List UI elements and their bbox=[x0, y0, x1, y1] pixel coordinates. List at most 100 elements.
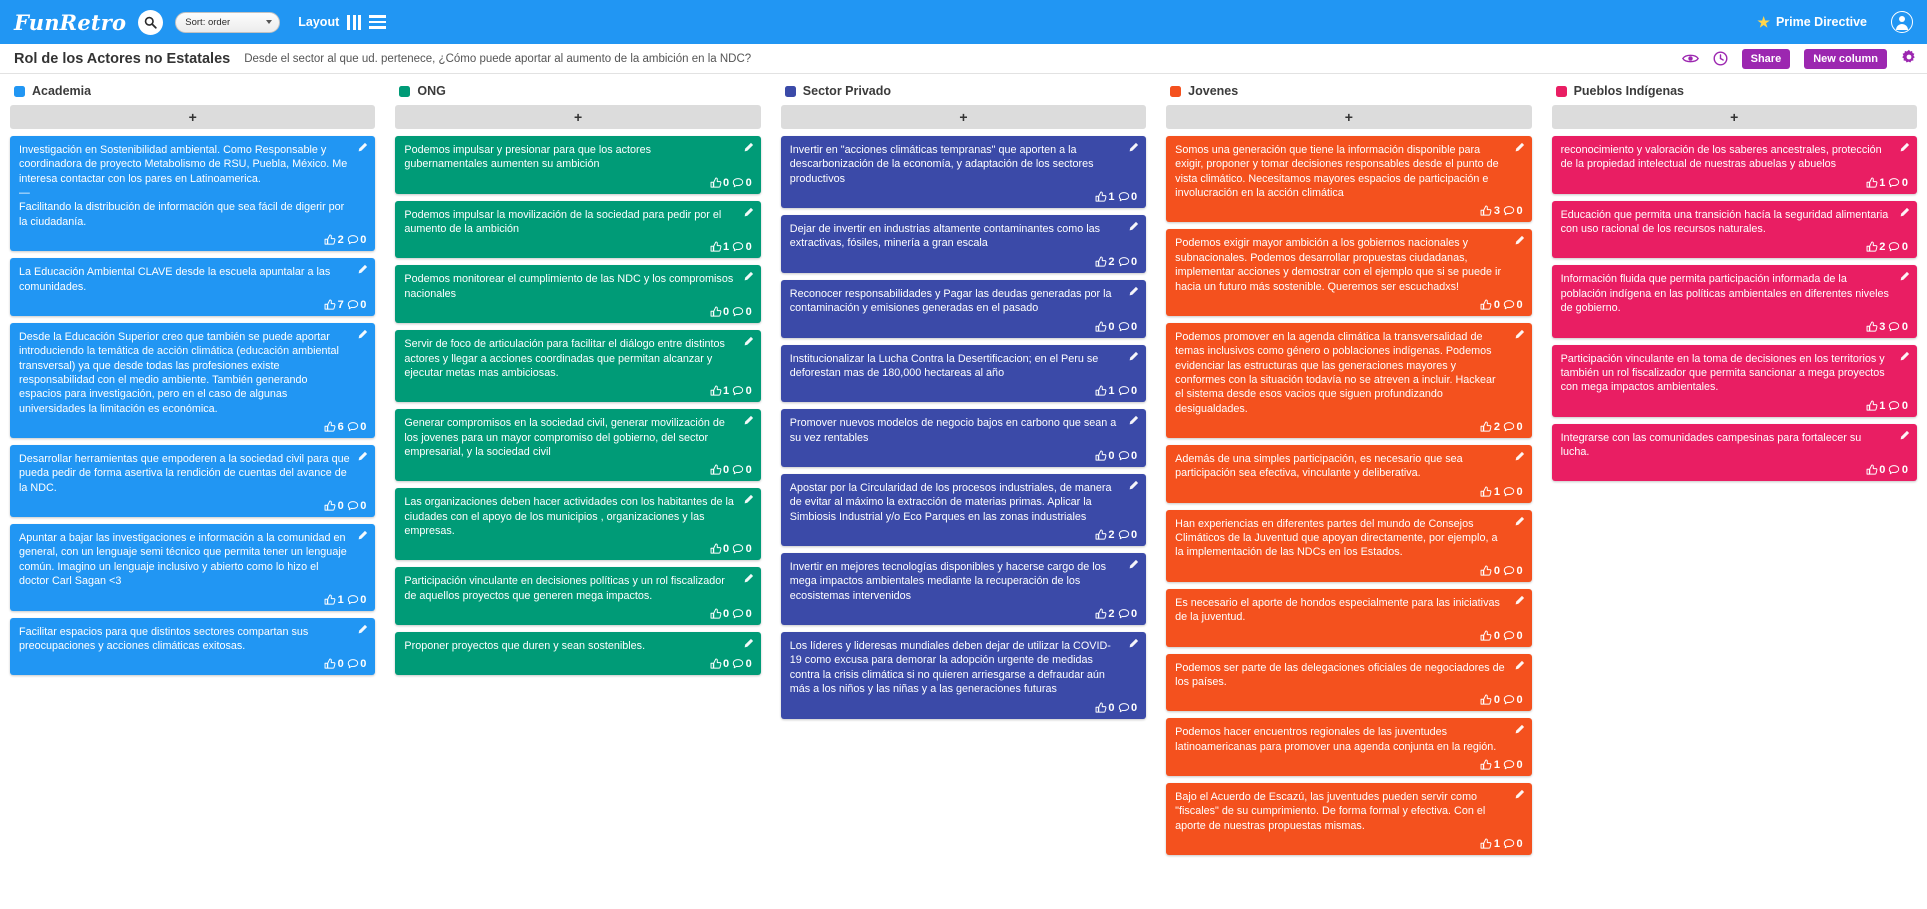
edit-pencil-icon[interactable] bbox=[357, 264, 368, 275]
retro-card[interactable]: Integrarse con las comunidades campesina… bbox=[1551, 423, 1917, 482]
edit-pencil-icon[interactable] bbox=[743, 271, 754, 282]
comment-button[interactable]: 0 bbox=[347, 299, 366, 311]
retro-card[interactable]: Facilitar espacios para que distintos se… bbox=[10, 617, 376, 676]
comment-button[interactable]: 0 bbox=[1118, 608, 1137, 620]
comment-button[interactable]: 0 bbox=[347, 658, 366, 670]
search-icon[interactable] bbox=[138, 9, 164, 35]
edit-pencil-icon[interactable] bbox=[1514, 516, 1525, 527]
retro-card[interactable]: Promover nuevos modelos de negocio bajos… bbox=[780, 409, 1147, 467]
edit-pencil-icon[interactable] bbox=[1899, 351, 1910, 362]
comment-button[interactable]: 0 bbox=[1888, 241, 1908, 253]
comment-button[interactable]: 0 bbox=[1118, 256, 1137, 268]
retro-card[interactable]: Desde la Educación Superior creo que tam… bbox=[10, 322, 376, 439]
vote-button[interactable]: 0 bbox=[1480, 694, 1500, 706]
retro-card[interactable]: Podemos promover en la agenda climática … bbox=[1166, 322, 1532, 439]
comment-button[interactable]: 0 bbox=[347, 234, 366, 246]
edit-pencil-icon[interactable] bbox=[1514, 451, 1525, 462]
edit-pencil-icon[interactable] bbox=[1514, 660, 1525, 671]
vote-button[interactable]: 1 bbox=[1095, 191, 1115, 203]
retro-card[interactable]: Participación vinculante en decisiones p… bbox=[395, 567, 761, 626]
edit-pencil-icon[interactable] bbox=[1128, 415, 1139, 426]
retro-card[interactable]: La Educación Ambiental CLAVE desde la es… bbox=[10, 258, 376, 316]
sort-dropdown[interactable]: Sort: order bbox=[175, 11, 281, 33]
comment-button[interactable]: 0 bbox=[732, 608, 752, 620]
edit-pencil-icon[interactable] bbox=[1899, 207, 1910, 218]
edit-pencil-icon[interactable] bbox=[743, 573, 754, 584]
retro-card[interactable]: Invertir en mejores tecnologías disponib… bbox=[780, 553, 1147, 626]
vote-button[interactable]: 1 bbox=[324, 594, 344, 606]
user-avatar-icon[interactable] bbox=[1891, 11, 1913, 33]
comment-button[interactable]: 0 bbox=[1118, 385, 1137, 397]
vote-button[interactable]: 1 bbox=[710, 241, 729, 253]
retro-card[interactable]: Desarrollar herramientas que empoderen a… bbox=[10, 445, 376, 518]
comment-button[interactable]: 0 bbox=[1503, 565, 1523, 577]
prime-directive-button[interactable]: ★ Prime Directive bbox=[1757, 14, 1867, 31]
edit-pencil-icon[interactable] bbox=[743, 638, 754, 649]
gear-icon[interactable] bbox=[1901, 49, 1917, 68]
retro-card[interactable]: Somos una generación que tiene la inform… bbox=[1166, 136, 1532, 223]
retro-card[interactable]: Podemos impulsar la movilización de la s… bbox=[395, 200, 761, 259]
edit-pencil-icon[interactable] bbox=[1899, 430, 1910, 441]
vote-button[interactable]: 1 bbox=[1480, 486, 1500, 498]
edit-pencil-icon[interactable] bbox=[1899, 142, 1910, 153]
add-card-button[interactable]: + bbox=[1166, 105, 1532, 129]
edit-pencil-icon[interactable] bbox=[357, 329, 368, 340]
eye-icon[interactable] bbox=[1681, 52, 1699, 65]
comment-button[interactable]: 0 bbox=[1503, 694, 1523, 706]
retro-card[interactable]: Bajo el Acuerdo de Escazú, las juventude… bbox=[1166, 782, 1532, 856]
retro-card[interactable]: Servir de foco de articulación para faci… bbox=[395, 330, 761, 403]
add-card-button[interactable]: + bbox=[1551, 105, 1917, 129]
edit-pencil-icon[interactable] bbox=[1128, 480, 1139, 491]
edit-pencil-icon[interactable] bbox=[1514, 235, 1525, 246]
vote-button[interactable]: 0 bbox=[710, 543, 729, 555]
comment-button[interactable]: 0 bbox=[1888, 464, 1908, 476]
add-card-button[interactable]: + bbox=[10, 105, 376, 129]
comment-button[interactable]: 0 bbox=[732, 464, 752, 476]
retro-card[interactable]: Es necesario el aporte de hondos especia… bbox=[1166, 588, 1532, 647]
edit-pencil-icon[interactable] bbox=[1128, 351, 1139, 362]
comment-button[interactable]: 0 bbox=[1503, 205, 1523, 217]
share-button[interactable]: Share bbox=[1741, 48, 1791, 69]
edit-pencil-icon[interactable] bbox=[743, 207, 754, 218]
comment-button[interactable]: 0 bbox=[347, 594, 366, 606]
edit-pencil-icon[interactable] bbox=[1514, 789, 1525, 800]
comment-button[interactable]: 0 bbox=[1118, 702, 1137, 714]
retro-card[interactable]: Podemos monitorear el cumplimiento de la… bbox=[395, 265, 761, 324]
edit-pencil-icon[interactable] bbox=[357, 142, 368, 153]
edit-pencil-icon[interactable] bbox=[743, 336, 754, 347]
retro-card[interactable]: Las organizaciones deben hacer actividad… bbox=[395, 488, 761, 561]
vote-button[interactable]: 2 bbox=[1866, 241, 1885, 253]
retro-card[interactable]: Reconocer responsabilidades y Pagar las … bbox=[780, 279, 1147, 338]
edit-pencil-icon[interactable] bbox=[357, 530, 368, 541]
add-card-button[interactable]: + bbox=[395, 105, 761, 129]
edit-pencil-icon[interactable] bbox=[1128, 221, 1139, 232]
comment-button[interactable]: 0 bbox=[1503, 421, 1523, 433]
vote-button[interactable]: 2 bbox=[1480, 421, 1500, 433]
retro-card[interactable]: Podemos hacer encuentros regionales de l… bbox=[1166, 718, 1532, 776]
funretro-logo[interactable]: FunRetro bbox=[14, 10, 126, 35]
comment-button[interactable]: 0 bbox=[732, 385, 752, 397]
edit-pencil-icon[interactable] bbox=[1128, 638, 1139, 649]
edit-pencil-icon[interactable] bbox=[1128, 142, 1139, 153]
retro-card[interactable]: reconocimiento y valoración de los saber… bbox=[1551, 136, 1917, 194]
vote-button[interactable]: 2 bbox=[324, 234, 344, 246]
retro-card[interactable]: Institucionalizar la Lucha Contra la Des… bbox=[780, 344, 1147, 403]
vote-button[interactable]: 0 bbox=[1480, 565, 1500, 577]
vote-button[interactable]: 0 bbox=[1095, 321, 1115, 333]
comment-button[interactable]: 0 bbox=[1888, 400, 1908, 412]
comment-button[interactable]: 0 bbox=[732, 306, 752, 318]
vote-button[interactable]: 1 bbox=[710, 385, 729, 397]
vote-button[interactable]: 2 bbox=[1095, 256, 1115, 268]
vote-button[interactable]: 7 bbox=[324, 299, 344, 311]
vote-button[interactable]: 1 bbox=[1866, 400, 1885, 412]
vote-button[interactable]: 0 bbox=[1095, 702, 1115, 714]
comment-button[interactable]: 0 bbox=[1118, 529, 1137, 541]
comment-button[interactable]: 0 bbox=[347, 500, 366, 512]
edit-pencil-icon[interactable] bbox=[1128, 559, 1139, 570]
edit-pencil-icon[interactable] bbox=[1514, 724, 1525, 735]
vote-button[interactable]: 0 bbox=[710, 658, 729, 670]
edit-pencil-icon[interactable] bbox=[743, 142, 754, 153]
timer-icon[interactable] bbox=[1713, 51, 1728, 66]
comment-button[interactable]: 0 bbox=[732, 177, 752, 189]
retro-card[interactable]: Proponer proyectos que duren y sean sost… bbox=[395, 632, 761, 676]
